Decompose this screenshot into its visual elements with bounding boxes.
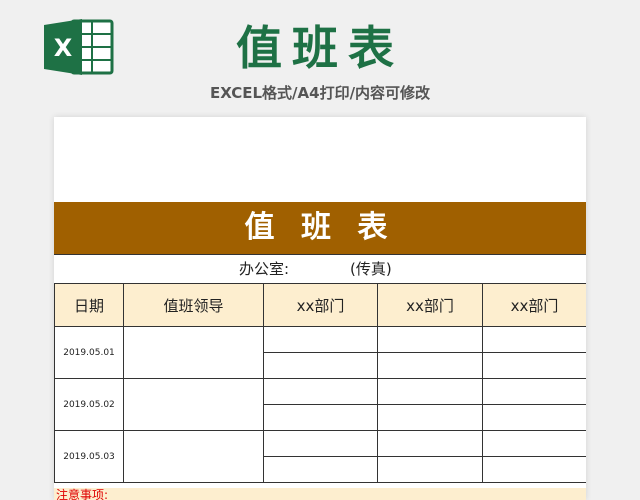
dept-cell	[482, 404, 586, 431]
dept-cell	[377, 352, 483, 379]
dept-cell	[377, 430, 483, 457]
page-subtitle: EXCEL格式/A4打印/内容可修改	[209, 84, 431, 102]
column-header-leader: 值班领导	[123, 283, 264, 327]
dept-cell	[482, 378, 586, 405]
table-row: 2019.05.02	[54, 378, 586, 431]
dept-cell	[482, 456, 586, 483]
dept-cell	[482, 430, 586, 457]
dept-cell	[377, 404, 483, 431]
dept-cell	[263, 430, 378, 457]
dept-cell	[482, 326, 586, 353]
column-header-dept: xx部门	[263, 283, 378, 327]
column-header-date: 日期	[54, 283, 124, 327]
table-header-row: 日期 值班领导 xx部门 xx部门 xx部门	[54, 283, 586, 327]
leader-cell	[123, 430, 264, 483]
leader-cell	[123, 326, 264, 379]
dept-cell	[377, 378, 483, 405]
dept-cell	[263, 456, 378, 483]
duty-table: 日期 值班领导 xx部门 xx部门 xx部门 2019.05.01 2019.0…	[54, 283, 586, 483]
dept-cell	[482, 352, 586, 379]
date-cell: 2019.05.03	[54, 430, 124, 483]
dept-cell	[263, 326, 378, 353]
dept-cell	[377, 456, 483, 483]
dept-cell	[263, 378, 378, 405]
sheet-banner-title: 值 班 表	[54, 202, 586, 254]
dept-cell	[377, 326, 483, 353]
fax-label: (传真)	[350, 260, 392, 278]
office-label: 办公室:	[239, 260, 290, 278]
dept-cell	[263, 352, 378, 379]
table-row: 2019.05.01	[54, 326, 586, 379]
office-info-row: 办公室: (传真)	[54, 254, 586, 284]
leader-cell	[123, 378, 264, 431]
page-title: 值班表	[236, 21, 404, 75]
date-cell: 2019.05.01	[54, 326, 124, 379]
column-header-dept: xx部门	[377, 283, 483, 327]
notes-label: 注意事项:	[54, 488, 586, 500]
table-row: 2019.05.03	[54, 430, 586, 483]
column-header-dept: xx部门	[482, 283, 586, 327]
dept-cell	[263, 404, 378, 431]
date-cell: 2019.05.02	[54, 378, 124, 431]
spreadsheet-preview: 值 班 表 办公室: (传真) 日期 值班领导 xx部门 xx部门 xx部门 2…	[54, 117, 586, 500]
